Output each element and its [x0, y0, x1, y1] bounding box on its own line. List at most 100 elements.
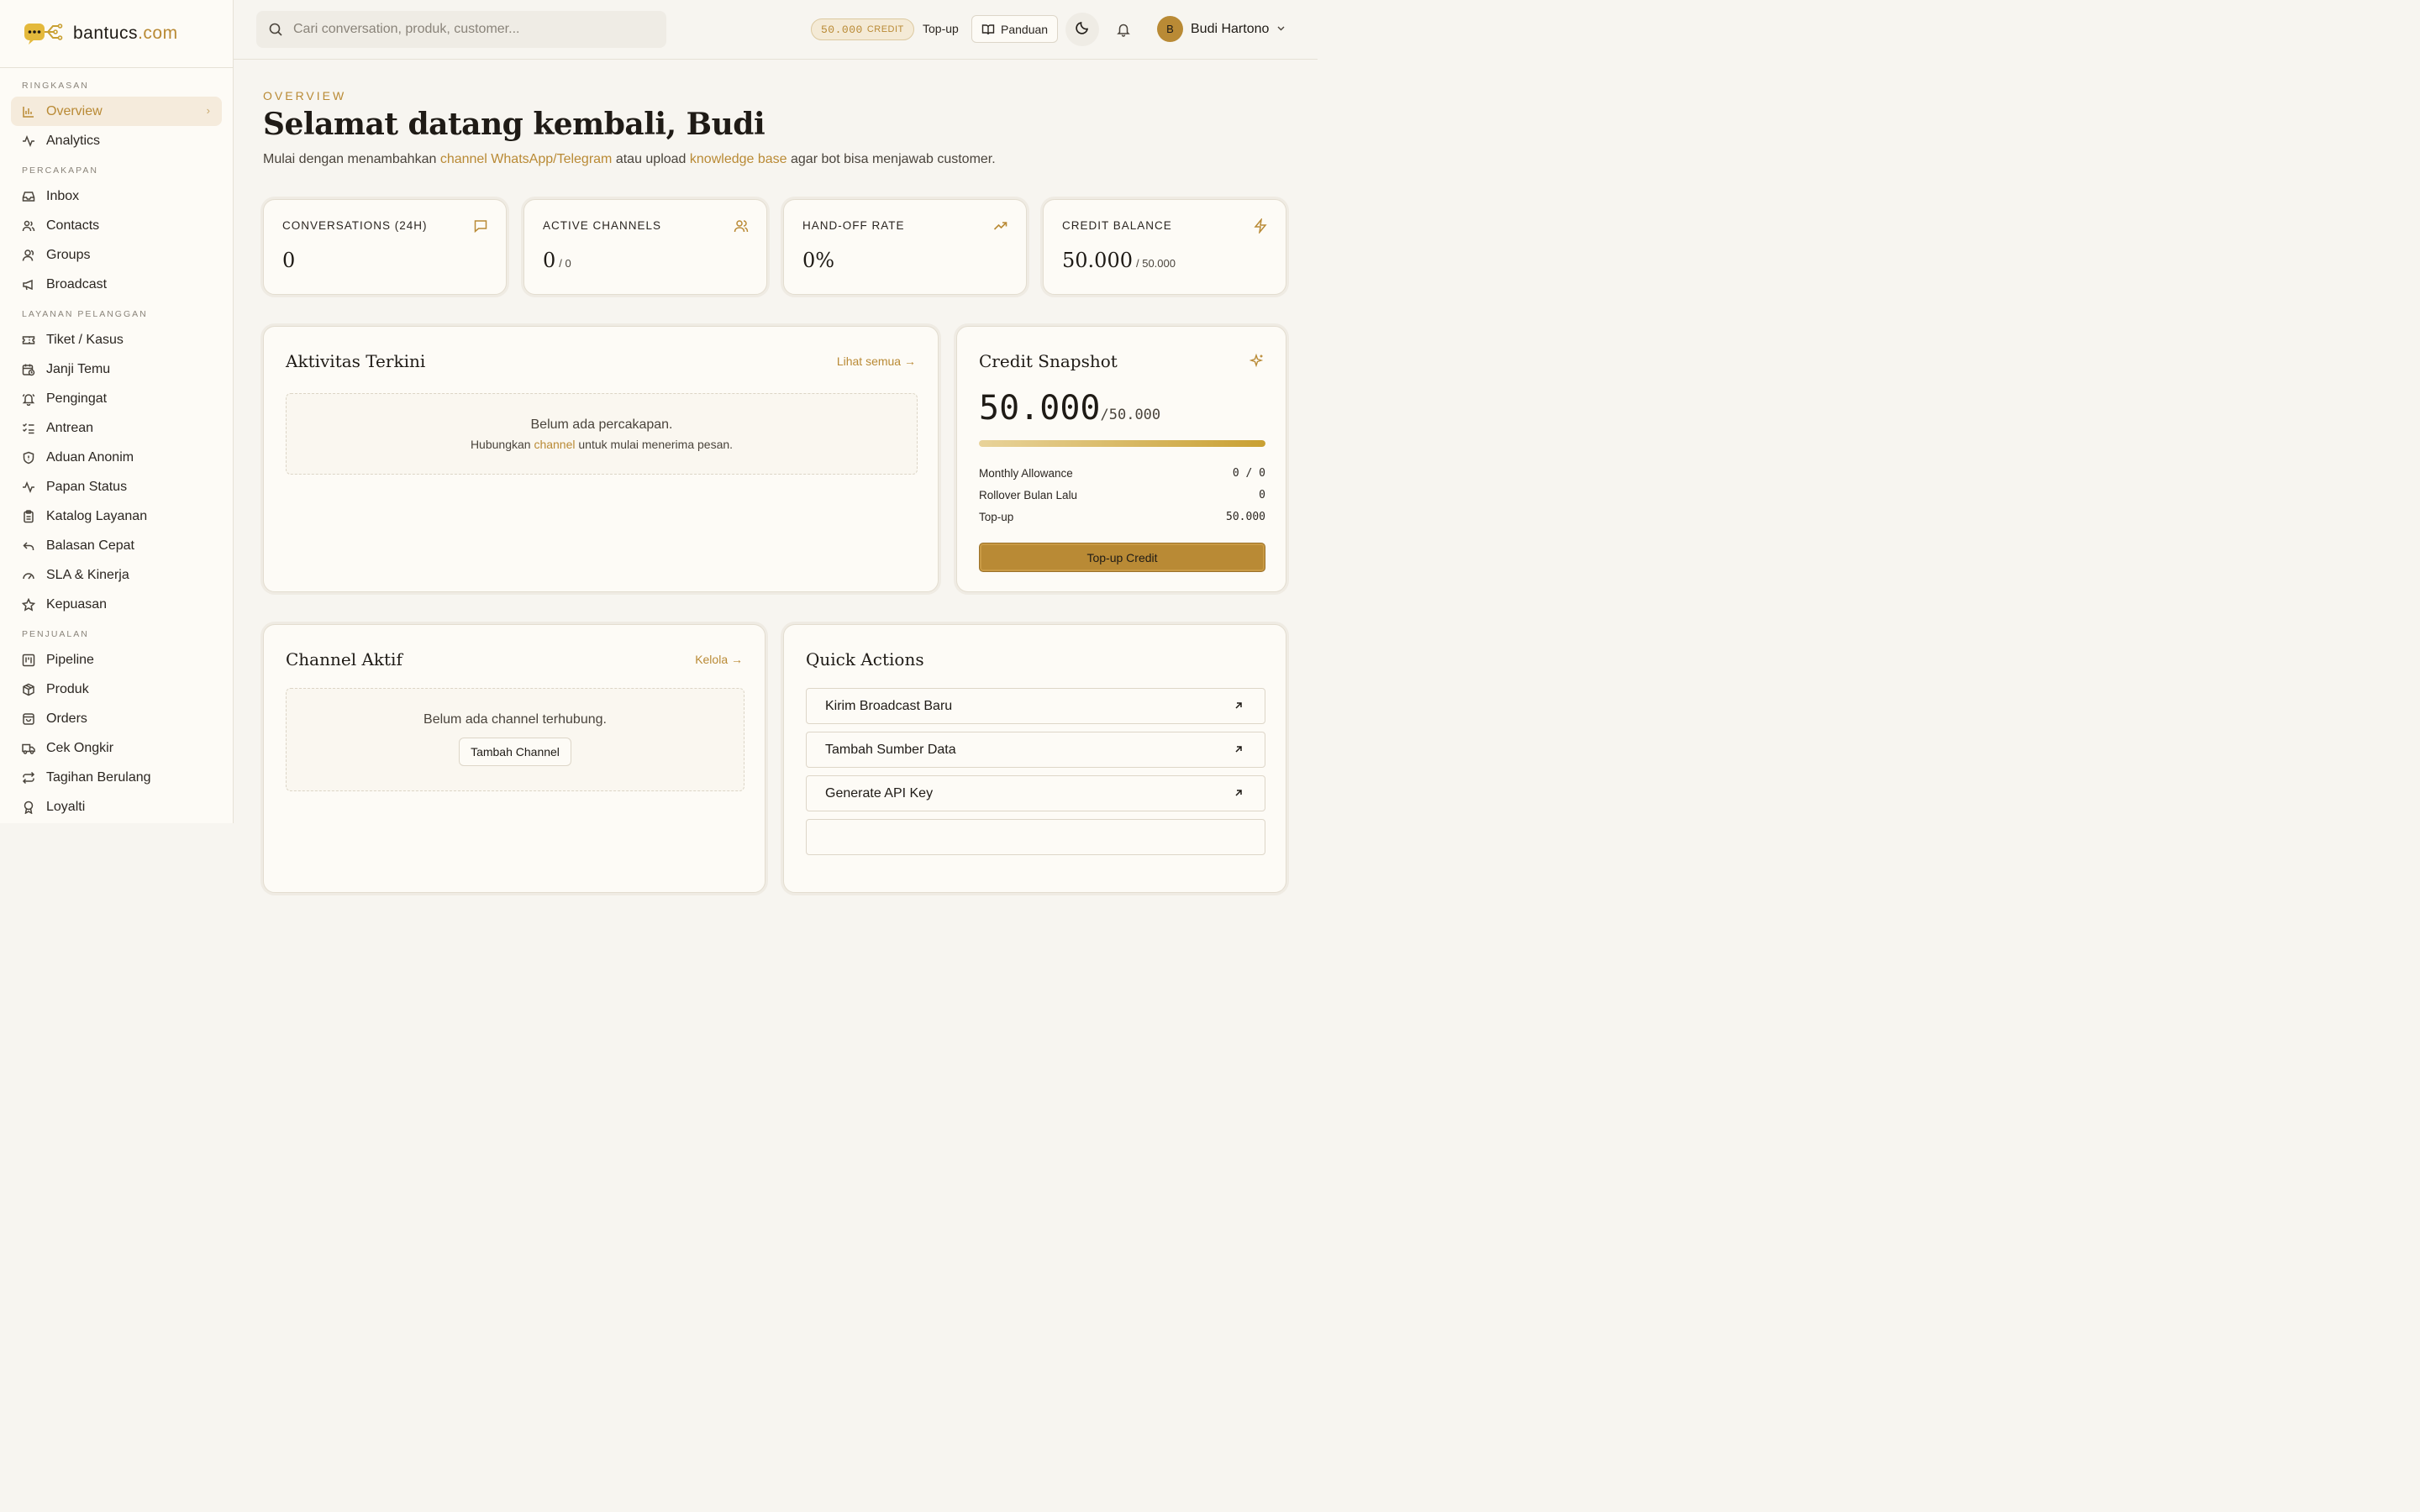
truck-icon	[22, 742, 35, 755]
sidebar-item-pipeline[interactable]: Pipeline	[11, 645, 222, 675]
sidebar-item-label: Pengingat	[46, 391, 108, 406]
sidebar-item-overview[interactable]: Overview ›	[11, 97, 222, 126]
sidebar-item-label: Contacts	[46, 218, 100, 233]
add-channel-button[interactable]: Tambah Channel	[459, 738, 571, 766]
users-icon	[22, 219, 35, 233]
sidebar-item-aduan-anonim[interactable]: Aduan Anonim	[11, 443, 222, 472]
sidebar-item-label: Janji Temu	[46, 361, 111, 376]
bar-chart-icon	[22, 105, 35, 118]
sidebar-item-label: Kepuasan	[46, 596, 108, 612]
card-title: Quick Actions	[806, 649, 924, 669]
empty-state-title: Belum ada percakapan.	[530, 417, 673, 432]
theme-toggle-button[interactable]	[1065, 13, 1099, 46]
knowledge-base-link[interactable]: knowledge base	[690, 152, 787, 166]
topup-link[interactable]: Top-up	[923, 22, 959, 35]
quick-action-broadcast[interactable]: Kirim Broadcast Baru	[806, 688, 1265, 724]
activity-icon	[22, 480, 35, 494]
stat-card-active-channels: ACTIVE CHANNELS 0/ 0	[523, 199, 767, 295]
quick-actions-card: Quick Actions Kirim Broadcast Baru Tamba…	[783, 624, 1286, 893]
group-icon	[22, 249, 35, 262]
arrow-up-right-icon	[1233, 700, 1244, 711]
sidebar-item-label: Tagihan Berulang	[46, 769, 151, 785]
sidebar-item-tiket[interactable]: Tiket / Kasus	[11, 325, 222, 354]
bell-icon[interactable]	[1116, 22, 1131, 37]
sidebar-item-label: Overview	[46, 103, 103, 118]
quick-action-generate-api-key[interactable]: Generate API Key	[806, 775, 1265, 811]
sidebar-item-label: Broadcast	[46, 276, 108, 291]
quick-action-add-data-source[interactable]: Tambah Sumber Data	[806, 732, 1265, 768]
brand-logo-icon	[24, 21, 64, 46]
recent-activity-card: Aktivitas Terkini Lihat semua → Belum ad…	[263, 326, 939, 592]
sidebar-item-kepuasan[interactable]: Kepuasan	[11, 590, 222, 619]
sidebar-item-label: Loyalti	[46, 799, 86, 814]
kanban-icon	[22, 654, 35, 667]
credit-snapshot-card: Credit Snapshot 50.000/50.000 Monthly Al…	[956, 326, 1286, 592]
sidebar-item-label: Analytics	[46, 133, 101, 148]
shopping-bag-icon	[22, 712, 35, 726]
zap-icon	[1253, 217, 1268, 235]
sidebar-item-tagihan-berulang[interactable]: Tagihan Berulang	[11, 763, 222, 792]
stat-value: 0	[282, 249, 296, 272]
quick-action-more[interactable]	[806, 819, 1265, 855]
sidebar-item-pengingat[interactable]: Pengingat	[11, 384, 222, 413]
sidebar-item-cek-ongkir[interactable]: Cek Ongkir	[11, 733, 222, 763]
sidebar-item-label: Aduan Anonim	[46, 449, 134, 465]
sidebar-item-groups[interactable]: Groups	[11, 240, 222, 270]
user-menu[interactable]: B Budi Hartono	[1157, 16, 1286, 42]
sidebar-item-produk[interactable]: Produk	[11, 675, 222, 704]
trending-up-icon	[993, 218, 1008, 234]
sidebar-item-loyalti[interactable]: Loyalti	[11, 792, 222, 822]
calendar-clock-icon	[22, 363, 35, 376]
credit-snapshot-value: 50.000/50.000	[979, 389, 1161, 428]
sidebar-item-contacts[interactable]: Contacts	[11, 211, 222, 240]
credit-badge-value: 50.000	[821, 23, 863, 36]
sidebar-item-balasan-cepat[interactable]: Balasan Cepat	[11, 531, 222, 560]
sidebar-item-label: Orders	[46, 711, 87, 726]
sidebar-item-janji-temu[interactable]: Janji Temu	[11, 354, 222, 384]
nav-section-title: PERCAKAPAN	[22, 165, 98, 176]
page-eyebrow: OVERVIEW	[263, 89, 347, 102]
stat-label: CREDIT BALANCE	[1062, 219, 1172, 232]
card-title: Aktivitas Terkini	[286, 351, 426, 371]
sidebar-item-broadcast[interactable]: Broadcast	[11, 270, 222, 299]
stat-card-conversations: CONVERSATIONS (24H) 0	[263, 199, 507, 295]
see-all-link[interactable]: Lihat semua →	[837, 354, 916, 368]
bell-ring-icon	[22, 392, 35, 406]
sidebar-item-katalog-layanan[interactable]: Katalog Layanan	[11, 501, 222, 531]
sidebar-item-label: SLA & Kinerja	[46, 567, 129, 582]
sidebar-nav: RINGKASAN Overview › Analytics PERCAKAPA…	[0, 68, 233, 822]
search-input[interactable]	[293, 22, 646, 37]
sidebar-item-label: Pipeline	[46, 652, 94, 667]
empty-state-hint: Hubungkan channel untuk mulai menerima p…	[470, 438, 734, 451]
list-checks-icon	[22, 422, 35, 435]
brand[interactable]: bantucs.com	[0, 0, 233, 68]
stat-value: 50.000/ 50.000	[1062, 249, 1176, 272]
sidebar-item-papan-status[interactable]: Papan Status	[11, 472, 222, 501]
snapshot-row: Top-up 50.000	[979, 511, 1265, 523]
sidebar-item-antrean[interactable]: Antrean	[11, 413, 222, 443]
sidebar-item-label: Antrean	[46, 420, 94, 435]
topup-credit-button[interactable]: Top-up Credit	[979, 543, 1265, 572]
channel-link[interactable]: channel WhatsApp/Telegram	[440, 152, 613, 166]
stat-value: 0/ 0	[543, 249, 571, 272]
package-icon	[22, 683, 35, 696]
guide-button[interactable]: Panduan	[971, 15, 1059, 43]
search-box[interactable]	[256, 11, 666, 48]
connect-channel-link[interactable]: channel	[534, 438, 575, 451]
empty-state-title: Belum ada channel terhubung.	[424, 712, 607, 727]
empty-state: Belum ada percakapan. Hubungkan channel …	[286, 393, 918, 475]
search-icon	[268, 22, 283, 37]
sidebar-item-analytics[interactable]: Analytics	[11, 126, 222, 155]
sidebar-item-sla-kinerja[interactable]: SLA & Kinerja	[11, 560, 222, 590]
stat-card-credit-balance: CREDIT BALANCE 50.000/ 50.000	[1043, 199, 1286, 295]
manage-link[interactable]: Kelola →	[695, 653, 743, 666]
award-icon	[22, 801, 35, 814]
page-subtitle: Mulai dengan menambahkan channel WhatsAp…	[263, 152, 996, 166]
brand-name: bantucs.com	[73, 24, 178, 43]
repeat-icon	[22, 771, 35, 785]
sidebar-item-label: Groups	[46, 247, 91, 262]
stat-label: ACTIVE CHANNELS	[543, 219, 662, 232]
sidebar-item-inbox[interactable]: Inbox	[11, 181, 222, 211]
sidebar-item-orders[interactable]: Orders	[11, 704, 222, 733]
credit-progress-fill	[979, 440, 1265, 447]
